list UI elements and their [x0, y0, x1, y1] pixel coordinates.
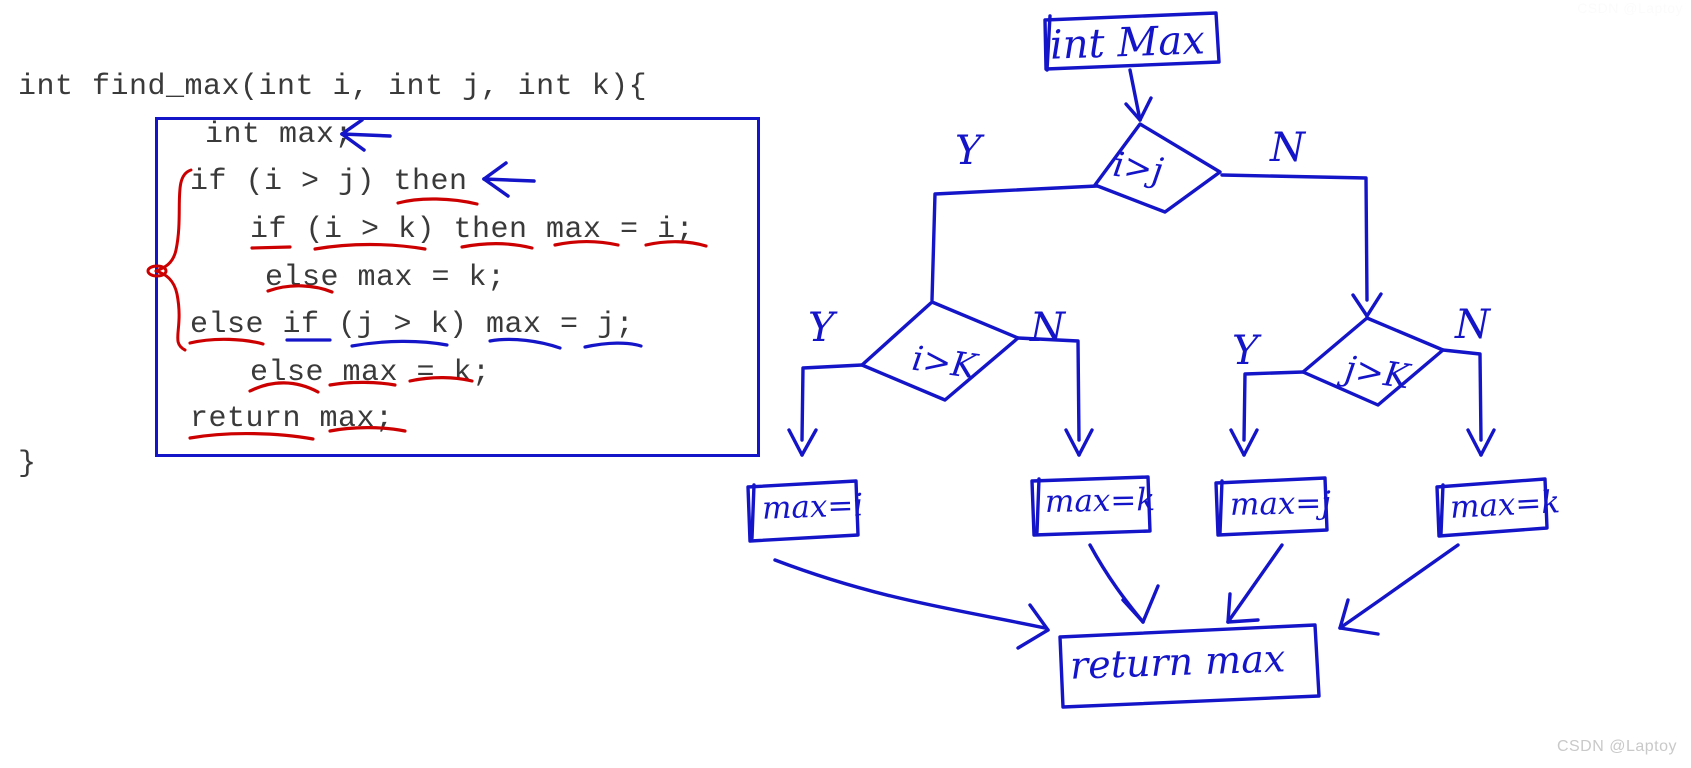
assign-box-a2-label: max=k — [1044, 482, 1156, 520]
branch-label-d1-yes: Y — [955, 128, 982, 174]
assign-box-a1-label: max=i — [761, 487, 864, 527]
watermark-bottom: CSDN @Laptoy — [1556, 738, 1677, 755]
screenshot-root: int find_max(int i, int j, int k){ int m… — [0, 0, 1691, 768]
branch-label-d3-no: N — [1455, 302, 1490, 348]
code-line-6: else max = k; — [250, 356, 491, 390]
code-line-1: int max; — [205, 118, 354, 152]
flowchart-panel: int Max i>j i>K j>K Y N Y N Y N max=i ma… — [740, 0, 1691, 768]
branch-label-d3-yes: Y — [1232, 328, 1259, 374]
code-panel: int find_max(int i, int j, int k){ int m… — [0, 0, 840, 768]
edge-d3-no — [1441, 348, 1496, 457]
branch-label-d2-no: N — [1030, 305, 1065, 351]
decision-d2-label: i>K — [909, 338, 980, 388]
code-line-closing-brace: } — [18, 447, 37, 481]
code-line-4: else max = k; — [265, 261, 506, 295]
edge-a3-to-end — [1226, 543, 1284, 624]
edge-a4-to-end — [1338, 543, 1460, 636]
code-line-2: if (i > j) then — [190, 165, 468, 199]
code-line-5: else if (j > k) max = j; — [190, 308, 635, 342]
start-box-label: int Max — [1049, 17, 1206, 69]
code-line-3: if (i > k) then max = i; — [250, 213, 695, 247]
assign-box-a4-label: max=k — [1449, 484, 1561, 526]
arrow-start-to-d1 — [1124, 68, 1153, 122]
assign-box-a3-label: max=j — [1229, 485, 1332, 523]
edge-d2-no — [1016, 336, 1094, 457]
watermark-top: CSDN @Laptoy — [1577, 0, 1683, 16]
branch-label-d2-yes: Y — [808, 305, 835, 351]
decision-d1-label: i>j — [1110, 144, 1166, 192]
edge-d1-yes — [930, 184, 1099, 302]
code-line-signature: int find_max(int i, int j, int k){ — [18, 70, 648, 104]
edge-d2-yes — [787, 363, 864, 457]
code-line-7: return max; — [190, 402, 394, 436]
edge-a2-to-end — [1088, 543, 1160, 624]
edge-a1-to-end — [773, 558, 1050, 650]
end-box-label: return max — [1069, 636, 1286, 688]
branch-label-d1-no: N — [1270, 125, 1305, 171]
edge-d3-yes — [1229, 370, 1305, 457]
edge-d1-no — [1220, 173, 1383, 318]
decision-d3-label: j>K — [1342, 348, 1412, 398]
